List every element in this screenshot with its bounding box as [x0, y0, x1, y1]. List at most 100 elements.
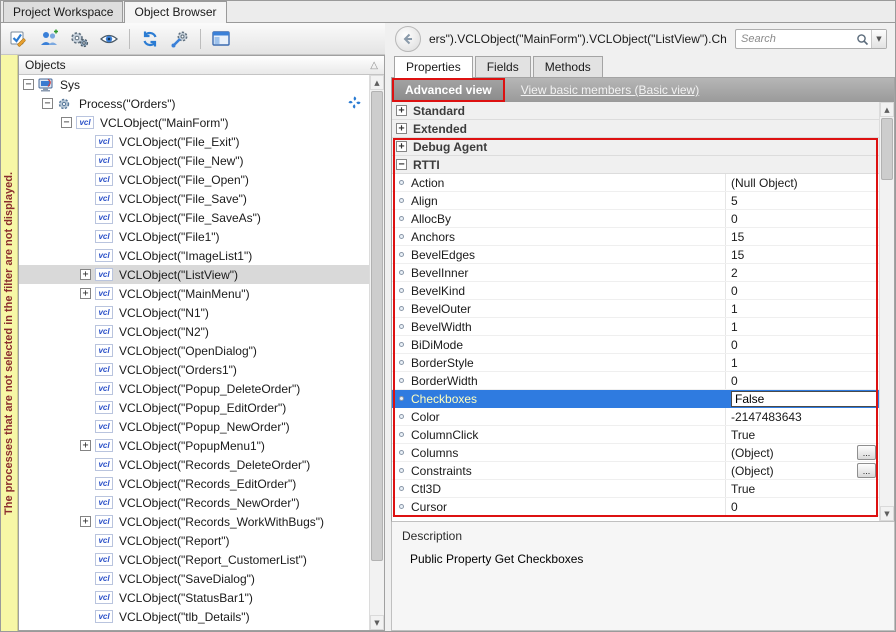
property-row[interactable]: Align5: [392, 192, 879, 210]
property-row[interactable]: BevelInner2: [392, 264, 879, 282]
tree-item[interactable]: vclVCLObject("File_SaveAs"): [19, 208, 369, 227]
tree-item[interactable]: vclVCLObject("Records_DeleteOrder"): [19, 455, 369, 474]
tree-item[interactable]: vclVCLObject("File_New"): [19, 151, 369, 170]
checkpoint-wizard-icon[interactable]: [6, 26, 32, 52]
property-row[interactable]: BorderWidth0: [392, 372, 879, 390]
property-row[interactable]: CheckboxesFalse: [392, 390, 879, 408]
property-category-row[interactable]: +Extended: [392, 120, 879, 138]
highlight-object-icon[interactable]: [96, 26, 122, 52]
scroll-up-icon[interactable]: ▲: [370, 75, 384, 90]
objects-panel-header[interactable]: Objects △: [19, 56, 384, 75]
property-row[interactable]: BevelKind0: [392, 282, 879, 300]
property-row[interactable]: ColumnClickTrue: [392, 426, 879, 444]
scroll-up-icon[interactable]: ▲: [880, 102, 894, 117]
property-row[interactable]: BorderStyle1: [392, 354, 879, 372]
property-row[interactable]: Constraints(Object)...: [392, 462, 879, 480]
options-tools-icon[interactable]: [167, 26, 193, 52]
tab-project-workspace[interactable]: Project Workspace: [3, 1, 123, 22]
tree-item[interactable]: vclVCLObject("StatusBar1"): [19, 588, 369, 607]
tree-item[interactable]: +vclVCLObject("ListView"): [19, 265, 369, 284]
property-row[interactable]: BevelWidth1: [392, 318, 879, 336]
tree-item[interactable]: −Sys: [19, 75, 369, 94]
tree-expander-icon[interactable]: +: [80, 516, 91, 527]
grid-scrollbar[interactable]: ▲ ▼: [879, 102, 894, 521]
category-expander-icon[interactable]: −: [396, 159, 407, 170]
ellipsis-button[interactable]: ...: [857, 445, 876, 460]
settings-gears-icon[interactable]: [66, 26, 92, 52]
tree-expander-placeholder: [80, 459, 91, 470]
property-row[interactable]: AllocBy0: [392, 210, 879, 228]
tree-item[interactable]: vclVCLObject("Popup_EditOrder"): [19, 398, 369, 417]
tree-item[interactable]: +vclVCLObject("Records_WorkWithBugs"): [19, 512, 369, 531]
tree-item[interactable]: vclVCLObject("Popup_DeleteOrder"): [19, 379, 369, 398]
tree-item[interactable]: +vclVCLObject("MainMenu"): [19, 284, 369, 303]
tab-methods[interactable]: Methods: [533, 56, 603, 77]
tree-item[interactable]: vclVCLObject("File_Save"): [19, 189, 369, 208]
tree-expander-icon[interactable]: +: [80, 288, 91, 299]
property-category-row[interactable]: −RTTI: [392, 156, 879, 174]
search-input[interactable]: [741, 33, 854, 45]
property-row[interactable]: Columns(Object)...: [392, 444, 879, 462]
category-expander-icon[interactable]: +: [396, 123, 407, 134]
object-browser-toolbar: [1, 23, 385, 55]
basic-view-link[interactable]: View basic members (Basic view): [521, 78, 700, 102]
property-value-cell: True: [726, 426, 879, 443]
tree-item[interactable]: vclVCLObject("tlb_Details"): [19, 607, 369, 626]
tree-expander-icon[interactable]: +: [80, 269, 91, 280]
refresh-icon[interactable]: [137, 26, 163, 52]
tree-expander-icon[interactable]: −: [61, 117, 72, 128]
property-name: Columns: [411, 446, 458, 460]
tab-fields[interactable]: Fields: [475, 56, 531, 77]
property-row[interactable]: BevelEdges15: [392, 246, 879, 264]
tree-item[interactable]: vclVCLObject("SaveDialog"): [19, 569, 369, 588]
tree-item[interactable]: vclVCLObject("N2"): [19, 322, 369, 341]
tree-item[interactable]: vclVCLObject("Orders1"): [19, 360, 369, 379]
tree-item[interactable]: vclVCLObject("Records_NewOrder"): [19, 493, 369, 512]
scroll-down-icon[interactable]: ▼: [370, 615, 384, 630]
tree-item[interactable]: vclVCLObject("File_Exit"): [19, 132, 369, 151]
tree-item[interactable]: vclVCLObject("ImageList1"): [19, 246, 369, 265]
tree-item[interactable]: −Process("Orders"): [19, 94, 369, 113]
property-row[interactable]: Cursor0: [392, 498, 879, 516]
tree-item[interactable]: −vclVCLObject("MainForm"): [19, 113, 369, 132]
scroll-down-icon[interactable]: ▼: [880, 506, 894, 521]
tree-item[interactable]: vclVCLObject("Report_CustomerList"): [19, 550, 369, 569]
tree-item[interactable]: vclVCLObject("OpenDialog"): [19, 341, 369, 360]
property-row[interactable]: BiDiMode0: [392, 336, 879, 354]
tree-expander-icon[interactable]: +: [80, 440, 91, 451]
search-dropdown-icon[interactable]: ▼: [871, 30, 886, 48]
tab-object-browser[interactable]: Object Browser: [124, 1, 226, 23]
ellipsis-button[interactable]: ...: [857, 463, 876, 478]
property-value-editor[interactable]: False: [731, 391, 878, 407]
property-row[interactable]: Anchors15: [392, 228, 879, 246]
property-row[interactable]: Ctl3DTrue: [392, 480, 879, 498]
panel-layout-icon[interactable]: [208, 26, 234, 52]
back-button[interactable]: [395, 26, 421, 52]
scrollbar-thumb[interactable]: [371, 91, 383, 561]
tree-item[interactable]: vclVCLObject("Popup_NewOrder"): [19, 417, 369, 436]
tree-expander-icon[interactable]: −: [42, 98, 53, 109]
tree-item[interactable]: +vclVCLObject("PopupMenu1"): [19, 436, 369, 455]
tree-item[interactable]: vclVCLObject("N1"): [19, 303, 369, 322]
category-expander-icon[interactable]: +: [396, 105, 407, 116]
tree-item-label: VCLObject("StatusBar1"): [117, 591, 255, 605]
tree-item[interactable]: vclVCLObject("Records_EditOrder"): [19, 474, 369, 493]
tree-item[interactable]: vclVCLObject("Report"): [19, 531, 369, 550]
tree-expander-icon[interactable]: −: [23, 79, 34, 90]
category-expander-icon[interactable]: +: [396, 141, 407, 152]
tab-properties[interactable]: Properties: [394, 56, 473, 78]
property-category-row[interactable]: +Standard: [392, 102, 879, 120]
add-process-icon[interactable]: [36, 26, 62, 52]
tree-item[interactable]: vclVCLObject("File1"): [19, 227, 369, 246]
sort-indicator-icon[interactable]: △: [370, 60, 378, 71]
property-row[interactable]: BevelOuter1: [392, 300, 879, 318]
property-row[interactable]: Action(Null Object): [392, 174, 879, 192]
tree-item-label: VCLObject("MainMenu"): [117, 287, 252, 301]
property-category-row[interactable]: +Debug Agent: [392, 138, 879, 156]
scrollbar-thumb[interactable]: [881, 118, 893, 180]
tree-item[interactable]: vclVCLObject("File_Open"): [19, 170, 369, 189]
search-box: ▼: [735, 29, 887, 49]
property-row[interactable]: Color-2147483643: [392, 408, 879, 426]
tree-scrollbar[interactable]: ▲ ▼: [369, 75, 384, 630]
advanced-view-button[interactable]: Advanced view: [392, 78, 505, 102]
